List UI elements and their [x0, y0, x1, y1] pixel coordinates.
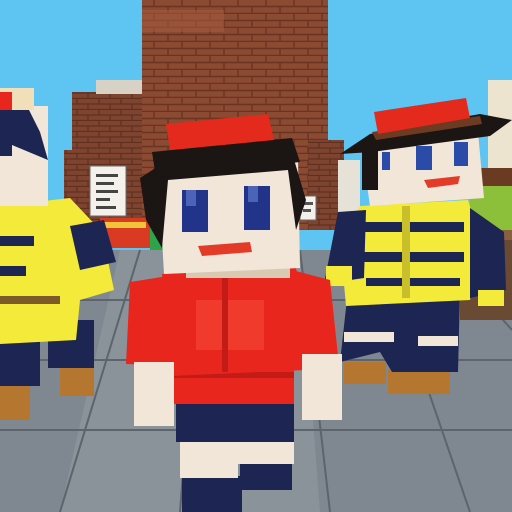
center-character-sock-left — [180, 438, 238, 478]
right-character-left-eye — [416, 146, 432, 170]
center-character-shoe-left — [182, 476, 242, 512]
right-character-boot — [344, 362, 386, 384]
right-character-right-eye — [454, 142, 468, 166]
center-character-right-hand — [302, 354, 342, 420]
center-character-left-arm — [126, 276, 174, 366]
center-character-pants — [176, 400, 294, 442]
game-scene — [0, 0, 512, 512]
center-character-left-hand — [134, 362, 174, 426]
game-viewport — [0, 0, 512, 512]
signboard-left — [89, 165, 127, 217]
